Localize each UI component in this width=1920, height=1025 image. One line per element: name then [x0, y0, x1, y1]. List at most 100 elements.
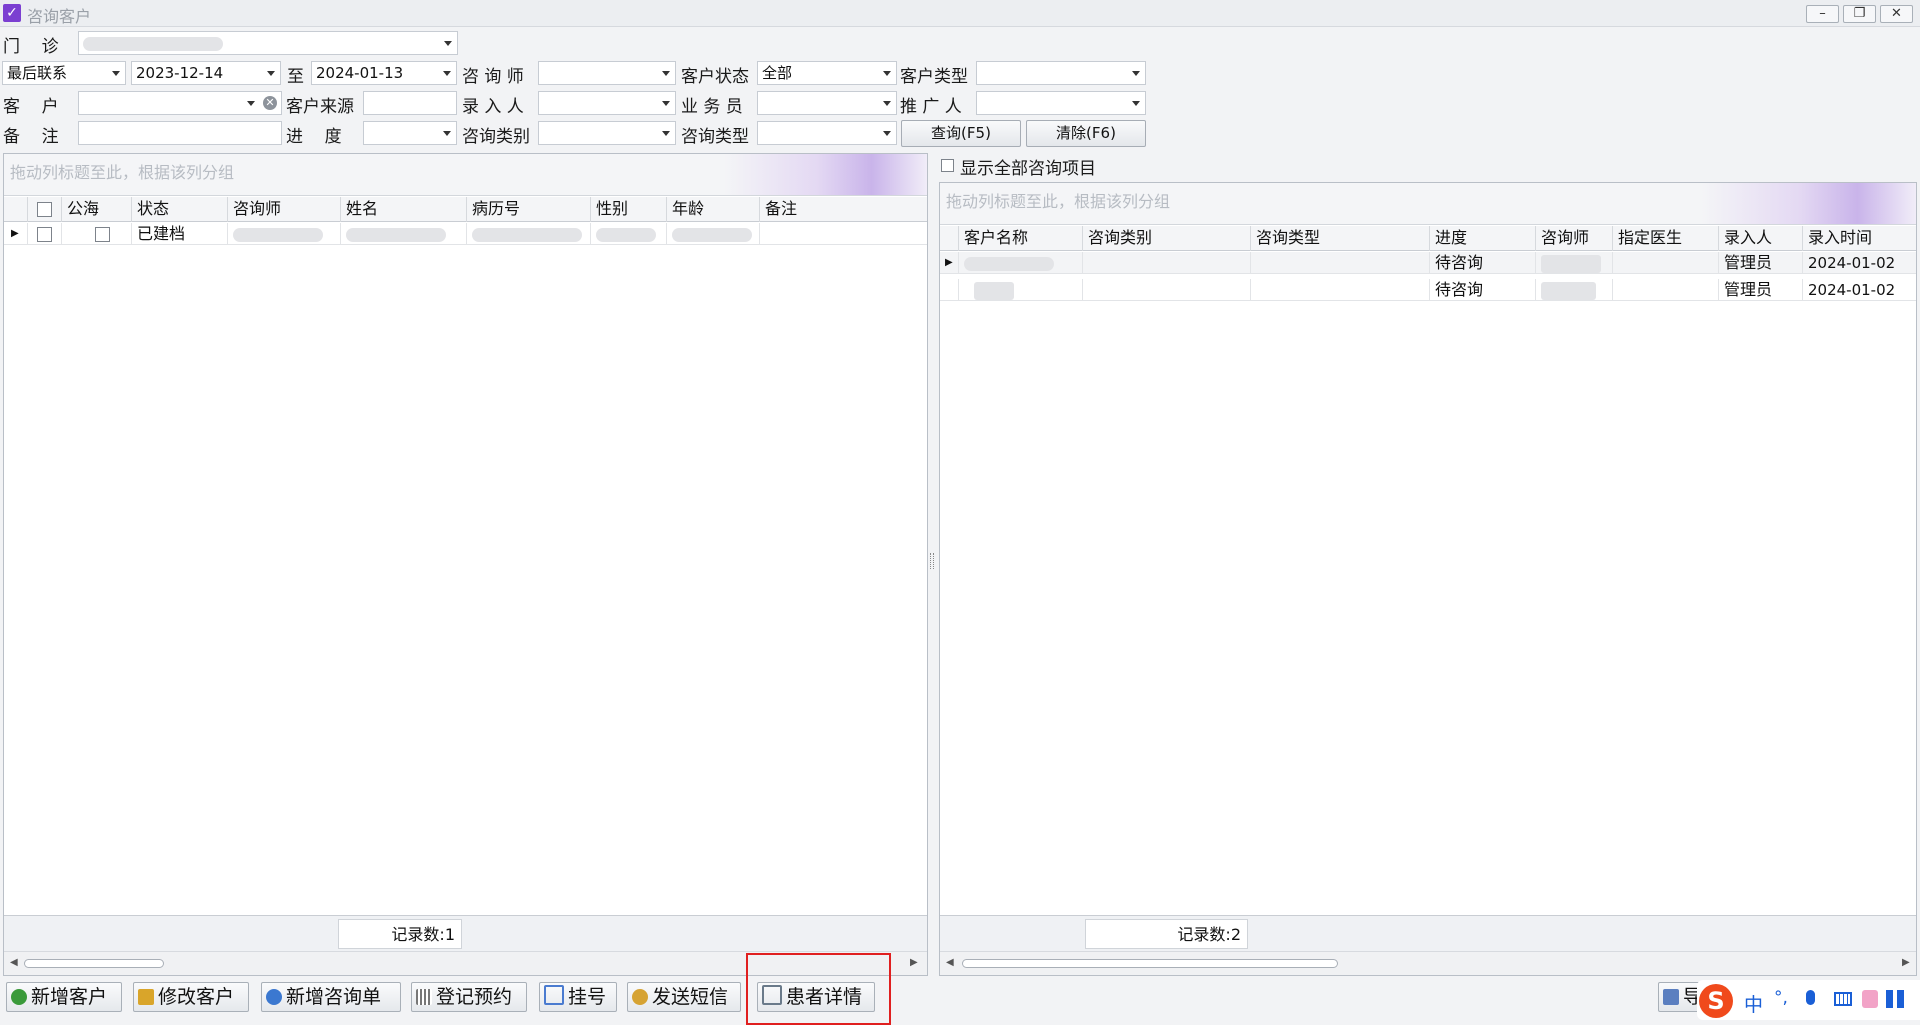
consult-grid: [939, 182, 1917, 976]
query-button[interactable]: 查询(F5): [901, 120, 1021, 147]
customer-type-select[interactable]: [976, 61, 1146, 85]
col-progress[interactable]: 进度: [1430, 226, 1536, 251]
col-age[interactable]: 年龄: [667, 197, 760, 222]
sogou-logo-icon[interactable]: S: [1699, 984, 1733, 1018]
customer-status-select[interactable]: 全部: [757, 61, 897, 85]
add-consult-button[interactable]: 新增咨询单: [261, 982, 401, 1012]
clinic-value-redacted: [83, 36, 223, 51]
col-entry-time[interactable]: 录入时间: [1803, 226, 1916, 251]
salesman-select[interactable]: [757, 91, 897, 115]
row-indicator-icon: ▶: [4, 223, 28, 245]
splitter-handle[interactable]: [930, 553, 934, 569]
consult-category-select[interactable]: [538, 121, 676, 145]
ime-lang-toggle[interactable]: 中: [1744, 990, 1763, 1017]
scroll-left-icon[interactable]: ◀: [10, 957, 18, 968]
customer-type-label: 客户类型: [900, 67, 968, 87]
consultant-redacted: [1541, 254, 1601, 273]
group-panel-left[interactable]: 拖动列标题至此，根据该列分组: [4, 154, 927, 196]
left-scroll-thumb[interactable]: [24, 959, 164, 968]
close-button[interactable]: ✕: [1880, 5, 1913, 23]
select-all-checkbox[interactable]: [37, 202, 52, 217]
scroll-right-icon[interactable]: ▶: [1902, 957, 1910, 968]
date-type-value: 最后联系: [7, 64, 68, 82]
row-checkbox[interactable]: [37, 227, 52, 242]
show-all-checkbox[interactable]: [941, 159, 954, 172]
table-row[interactable]: 待咨询 管理员 2024-01-02: [940, 279, 1916, 301]
send-sms-button[interactable]: 发送短信: [627, 982, 741, 1012]
col-consultant[interactable]: 咨询师: [228, 197, 341, 222]
consultant-select[interactable]: [538, 61, 676, 85]
clinic-select[interactable]: [78, 31, 458, 55]
consult-type-select[interactable]: [757, 121, 897, 145]
clear-icon[interactable]: ✕: [263, 96, 277, 110]
scroll-right-icon[interactable]: ▶: [910, 957, 918, 968]
table-row[interactable]: ▶ 已建档: [4, 223, 927, 245]
salesman-label: 业 务 员: [681, 97, 743, 117]
right-record-count: 记录数:2: [1085, 919, 1248, 949]
restore-button[interactable]: ❐: [1843, 5, 1876, 23]
col-remark[interactable]: 备注: [760, 197, 927, 222]
customer-status-label: 客户状态: [681, 67, 749, 87]
left-grid-footer: [4, 915, 927, 951]
date-type-select[interactable]: 最后联系: [2, 61, 126, 85]
consultant-redacted: [1541, 281, 1596, 300]
source-input[interactable]: [363, 91, 457, 115]
scroll-left-icon[interactable]: ◀: [946, 957, 954, 968]
col-sea[interactable]: 公海: [62, 197, 132, 222]
add-icon: [11, 989, 27, 1005]
progress-cell: 待咨询: [1430, 252, 1536, 274]
customer-name-redacted: [964, 256, 1054, 271]
col-consult-type[interactable]: 咨询类型: [1251, 226, 1430, 251]
col-doctor[interactable]: 指定医生: [1613, 226, 1719, 251]
remark-input[interactable]: [78, 121, 282, 145]
date-to-picker[interactable]: 2024-01-13: [311, 61, 457, 85]
to-label: 至: [287, 67, 304, 87]
window-title: 咨询客户: [27, 7, 92, 26]
consult-type-label: 咨询类型: [681, 127, 749, 147]
skin-icon[interactable]: [1862, 990, 1878, 1008]
mic-icon[interactable]: [1806, 990, 1815, 1005]
customer-status-value: 全部: [762, 64, 793, 82]
entry-person-select[interactable]: [538, 91, 676, 115]
sms-icon: [632, 989, 648, 1005]
highlight-box: [746, 953, 891, 1025]
date-from-picker[interactable]: 2023-12-14: [131, 61, 281, 85]
grid-icon[interactable]: [1886, 990, 1904, 1008]
app-check-icon: ✓: [3, 4, 21, 22]
col-entry-by[interactable]: 录入人: [1719, 226, 1803, 251]
col-customer-name[interactable]: 客户名称: [959, 226, 1083, 251]
entry-time-cell: 2024-01-02: [1803, 279, 1916, 301]
clear-button[interactable]: 清除(F6): [1026, 120, 1146, 147]
show-all-label[interactable]: 显示全部咨询项目: [960, 154, 1096, 179]
col-consultant-r[interactable]: 咨询师: [1536, 226, 1613, 251]
right-scroll-thumb[interactable]: [962, 959, 1338, 968]
col-status[interactable]: 状态: [132, 197, 228, 222]
col-consult-category[interactable]: 咨询类别: [1083, 226, 1251, 251]
customer-input[interactable]: ✕: [78, 91, 282, 115]
sea-checkbox[interactable]: [95, 227, 110, 242]
ime-punct-toggle[interactable]: °,: [1774, 988, 1788, 1008]
status-cell: 已建档: [132, 223, 228, 245]
register-number-button[interactable]: 挂号: [539, 982, 617, 1012]
minimize-button[interactable]: –: [1806, 5, 1839, 23]
table-row[interactable]: ▶ 待咨询 管理员 2024-01-02: [940, 252, 1916, 274]
register-appointment-button[interactable]: 登记预约: [411, 982, 527, 1012]
group-panel-right[interactable]: 拖动列标题至此，根据该列分组: [940, 183, 1916, 225]
entry-person-label: 录 入 人: [462, 97, 524, 117]
keyboard-icon[interactable]: [1834, 992, 1852, 1006]
col-gender[interactable]: 性别: [591, 197, 667, 222]
add-customer-button[interactable]: 新增客户: [6, 982, 122, 1012]
col-name[interactable]: 姓名: [341, 197, 467, 222]
gender-redacted: [596, 227, 656, 242]
consultant-label: 咨 询 师: [462, 67, 524, 87]
date-to-value: 2024-01-13: [316, 64, 404, 82]
customer-label: 客 户: [3, 97, 59, 117]
promoter-select[interactable]: [976, 91, 1146, 115]
col-record-no[interactable]: 病历号: [467, 197, 591, 222]
remark-label: 备 注: [3, 127, 59, 147]
export-icon: [1663, 989, 1679, 1005]
select-all-cell[interactable]: [28, 197, 62, 222]
source-label: 客户来源: [286, 97, 354, 117]
progress-select[interactable]: [363, 121, 457, 145]
edit-customer-button[interactable]: 修改客户: [133, 982, 249, 1012]
